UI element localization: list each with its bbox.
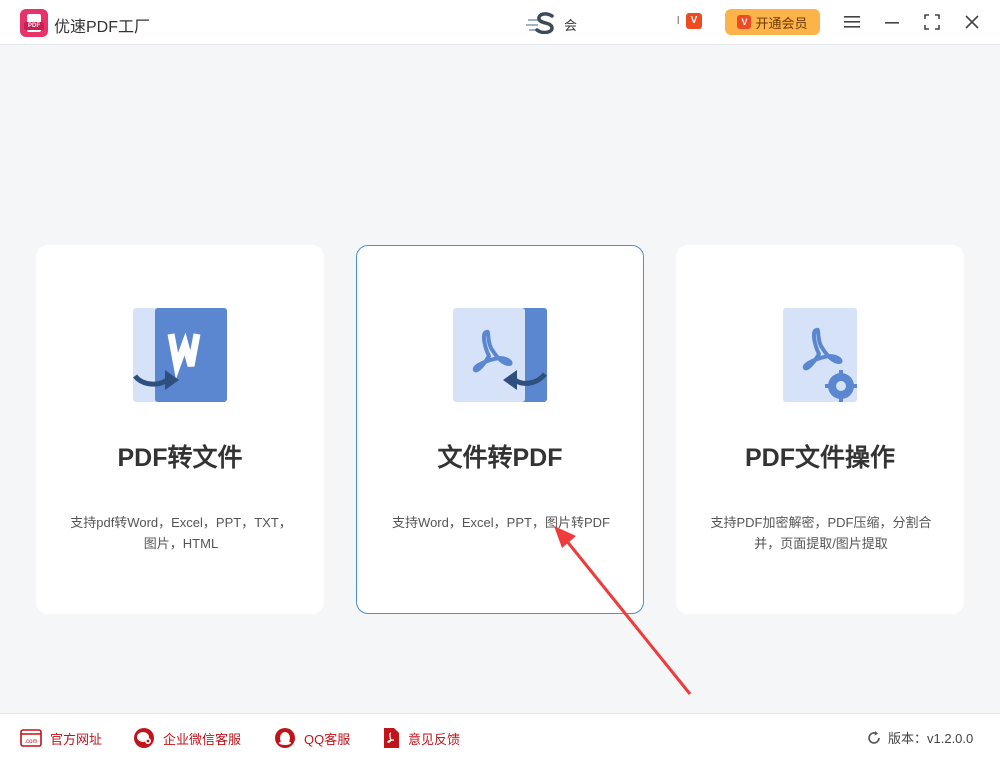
menu-icon bbox=[844, 16, 860, 28]
open-vip-button[interactable]: V 开通会员 bbox=[725, 9, 820, 35]
user-name: 会 bbox=[564, 18, 578, 33]
app-title: 优速PDF工厂 bbox=[54, 19, 151, 36]
card-description: 支持PDF加密解密，PDF压缩，分割合 并，页面提取/图片提取 bbox=[710, 515, 932, 551]
qq-support-link[interactable]: QQ客服 bbox=[274, 727, 350, 749]
pdf-settings-icon bbox=[783, 308, 857, 402]
qq-icon bbox=[275, 728, 295, 748]
app-logo-icon: PDF bbox=[20, 9, 48, 37]
maximize-button[interactable] bbox=[921, 11, 943, 33]
footer-bar: .com 官方网址 企业微信客服 QQ客服 意见反馈 版本：v1.2.0.0 bbox=[0, 713, 1000, 760]
logo-tag: PDF bbox=[24, 22, 44, 30]
card-title: 文件转PDF bbox=[437, 444, 563, 472]
wechat-icon bbox=[134, 728, 154, 748]
pdf-convert-icon bbox=[453, 308, 547, 402]
card-title: PDF文件操作 bbox=[744, 444, 895, 472]
menu-button[interactable] bbox=[841, 11, 863, 33]
feedback-label: 意见反馈 bbox=[408, 731, 461, 747]
svg-text:.com: .com bbox=[24, 739, 37, 745]
word-document-icon bbox=[133, 308, 227, 402]
minimize-icon bbox=[885, 22, 899, 24]
card-description: 支持Word，Excel，PPT，图片转PDF bbox=[392, 515, 610, 530]
refresh-icon bbox=[868, 730, 880, 744]
title-bar: PDF 优速PDF工厂 会 l V V 开通会员 bbox=[0, 0, 1000, 45]
version-label: 版本：v1.2.0.0 bbox=[888, 731, 974, 746]
official-website-label: 官方网址 bbox=[50, 731, 103, 747]
feedback-icon bbox=[384, 728, 399, 748]
open-vip-label: 开通会员 bbox=[755, 15, 808, 31]
website-icon: .com bbox=[20, 729, 42, 747]
card-pdf-to-file[interactable]: PDF转文件 支持pdf转Word，Excel，PPT，TXT， 图片，HTML bbox=[36, 245, 324, 614]
official-website-link[interactable]: .com 官方网址 bbox=[20, 727, 102, 749]
maximize-icon bbox=[924, 14, 940, 30]
qq-support-label: QQ客服 bbox=[304, 731, 351, 747]
status-text: l bbox=[677, 15, 680, 27]
card-file-to-pdf[interactable]: 文件转PDF 支持Word，Excel，PPT，图片转PDF bbox=[356, 245, 644, 614]
user-avatar-icon bbox=[526, 12, 554, 34]
feedback-link[interactable]: 意见反馈 bbox=[382, 727, 460, 749]
vip-badge-icon: V bbox=[686, 13, 702, 29]
close-button[interactable] bbox=[961, 11, 983, 33]
card-description: 支持pdf转Word，Excel，PPT，TXT， 图片，HTML bbox=[70, 515, 292, 551]
wechat-support-link[interactable]: 企业微信客服 bbox=[133, 727, 241, 749]
card-pdf-operations[interactable]: PDF文件操作 支持PDF加密解密，PDF压缩，分割合 并，页面提取/图片提取 bbox=[676, 245, 964, 614]
card-title: PDF转文件 bbox=[117, 444, 243, 472]
wechat-support-label: 企业微信客服 bbox=[163, 731, 242, 747]
vip-icon: V bbox=[737, 15, 752, 29]
minimize-button[interactable] bbox=[881, 11, 903, 33]
close-icon bbox=[965, 15, 979, 29]
version-info[interactable]: 版本：v1.2.0.0 bbox=[866, 728, 973, 747]
